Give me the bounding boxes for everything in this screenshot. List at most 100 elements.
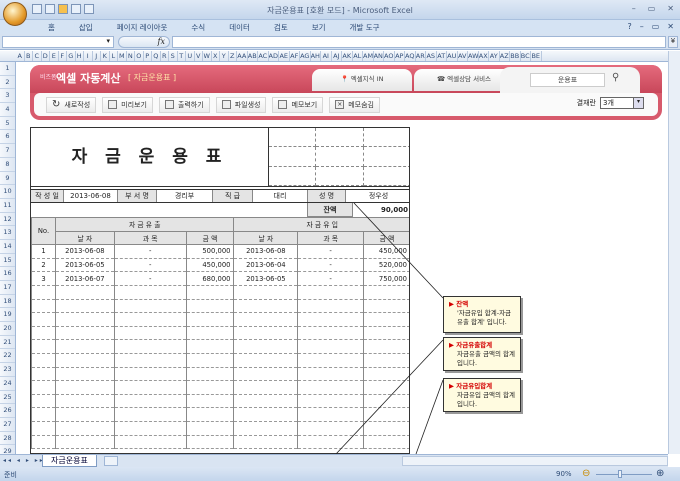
column-header[interactable]: AX bbox=[479, 51, 489, 61]
row-header[interactable]: 26 bbox=[0, 404, 15, 418]
show-memo-button[interactable]: 메모보기 bbox=[272, 96, 324, 113]
empty-cell[interactable] bbox=[233, 339, 299, 354]
row-header[interactable]: 2 bbox=[0, 76, 15, 90]
zoom-out-icon[interactable]: ⊖ bbox=[582, 468, 590, 479]
cell-in-amount[interactable]: 750,000 bbox=[363, 271, 409, 286]
horizontal-scrollbar[interactable] bbox=[402, 456, 668, 466]
cell-out-item[interactable]: - bbox=[113, 271, 187, 286]
column-header[interactable]: B bbox=[25, 51, 33, 61]
empty-cell[interactable] bbox=[297, 325, 365, 341]
empty-cell[interactable] bbox=[233, 366, 299, 382]
sheet-tab-active[interactable]: 자금운용표 bbox=[42, 455, 97, 467]
column-header[interactable]: AU bbox=[447, 51, 458, 61]
empty-cell[interactable] bbox=[31, 393, 56, 409]
empty-cell[interactable] bbox=[185, 339, 235, 354]
column-header[interactable]: AR bbox=[416, 51, 426, 61]
zoom-slider[interactable] bbox=[596, 474, 652, 475]
empty-cell[interactable] bbox=[185, 312, 235, 327]
empty-cell[interactable] bbox=[297, 284, 365, 300]
row-header[interactable]: 11 bbox=[0, 199, 15, 213]
cell-in-item[interactable]: - bbox=[297, 257, 365, 273]
row-header[interactable]: 27 bbox=[0, 418, 15, 432]
row-header[interactable]: 23 bbox=[0, 363, 15, 377]
row-header[interactable]: 1 bbox=[0, 62, 15, 76]
empty-cell[interactable] bbox=[185, 380, 235, 395]
empty-cell[interactable] bbox=[363, 298, 409, 314]
empty-cell[interactable] bbox=[31, 339, 56, 354]
cell-in-date[interactable]: 2013-06-04 bbox=[233, 257, 299, 273]
empty-cell[interactable] bbox=[185, 352, 235, 368]
column-header[interactable]: V bbox=[195, 51, 203, 61]
empty-cell[interactable] bbox=[31, 298, 56, 314]
report-select[interactable]: 3개 ▾ bbox=[600, 97, 644, 109]
column-header[interactable]: AJ bbox=[332, 51, 342, 61]
empty-cell[interactable] bbox=[31, 352, 56, 368]
ribbon-tab[interactable]: 검토 bbox=[262, 20, 300, 34]
column-header[interactable]: AZ bbox=[500, 51, 510, 61]
empty-cell[interactable] bbox=[54, 366, 115, 382]
empty-cell[interactable] bbox=[113, 420, 187, 436]
empty-cell[interactable] bbox=[363, 434, 409, 450]
empty-cell[interactable] bbox=[54, 420, 115, 436]
ribbon-tab[interactable]: 수식 bbox=[179, 20, 217, 34]
empty-cell[interactable] bbox=[297, 352, 365, 368]
row-header[interactable]: 22 bbox=[0, 349, 15, 364]
column-header[interactable]: AB bbox=[248, 51, 258, 61]
column-header[interactable]: AL bbox=[353, 51, 363, 61]
column-header[interactable]: U bbox=[186, 51, 195, 61]
new-button[interactable]: ↻ 새로작성 bbox=[46, 96, 97, 113]
empty-cell[interactable] bbox=[233, 325, 299, 341]
ribbon-tab[interactable]: 삽입 bbox=[67, 20, 105, 34]
column-header[interactable]: L bbox=[110, 51, 118, 61]
column-header[interactable]: BC bbox=[521, 51, 531, 61]
row-header[interactable]: 13 bbox=[0, 226, 15, 240]
column-header[interactable]: AC bbox=[258, 51, 269, 61]
cell-no[interactable]: 1 bbox=[31, 244, 56, 259]
row-header[interactable]: 21 bbox=[0, 336, 15, 350]
empty-cell[interactable] bbox=[297, 339, 365, 354]
cell-out-date[interactable]: 2013-06-08 bbox=[54, 244, 115, 259]
empty-cell[interactable] bbox=[185, 284, 235, 300]
empty-cell[interactable] bbox=[31, 407, 56, 422]
column-header[interactable]: AS bbox=[426, 51, 437, 61]
workbook-close-button[interactable]: ✕ bbox=[667, 22, 674, 31]
tab-excel-consulting[interactable]: ☎ 엑셀상담 서비스 bbox=[414, 69, 514, 91]
empty-cell[interactable] bbox=[185, 298, 235, 314]
empty-cell[interactable] bbox=[363, 312, 409, 327]
close-button[interactable]: ✕ bbox=[667, 4, 674, 13]
insert-sheet-icon[interactable] bbox=[104, 456, 118, 466]
column-header[interactable]: R bbox=[161, 51, 169, 61]
empty-cell[interactable] bbox=[185, 366, 235, 382]
empty-cell[interactable] bbox=[31, 420, 56, 436]
empty-cell[interactable] bbox=[31, 380, 56, 395]
ribbon-tab[interactable]: 페이지 레이아웃 bbox=[105, 20, 180, 34]
empty-cell[interactable] bbox=[185, 325, 235, 341]
comment-inflow-total[interactable]: ▶ 자금유입합계 자금유입 금액의 합계입니다. bbox=[443, 378, 521, 412]
row-header[interactable]: 4 bbox=[0, 103, 15, 117]
empty-cell[interactable] bbox=[363, 284, 409, 300]
cell-out-amount[interactable]: 450,000 bbox=[185, 257, 235, 273]
empty-cell[interactable] bbox=[233, 380, 299, 395]
empty-cell[interactable] bbox=[31, 325, 56, 341]
row-header[interactable]: 24 bbox=[0, 377, 15, 391]
empty-cell[interactable] bbox=[113, 393, 187, 409]
row-header[interactable]: 12 bbox=[0, 213, 15, 227]
comment-balance[interactable]: ▶ 잔액 '자금유입 합계-자금유출 합계' 입니다. bbox=[443, 296, 521, 333]
empty-cell[interactable] bbox=[233, 352, 299, 368]
empty-cell[interactable] bbox=[54, 325, 115, 341]
column-header[interactable]: AN bbox=[374, 51, 384, 61]
ribbon-tab[interactable]: 홈 bbox=[36, 20, 67, 34]
cell-in-date[interactable]: 2013-06-05 bbox=[233, 271, 299, 286]
ribbon-tab[interactable]: 보기 bbox=[300, 20, 338, 34]
column-header[interactable]: D bbox=[42, 51, 50, 61]
column-header[interactable]: AF bbox=[290, 51, 300, 61]
column-header[interactable]: BE bbox=[531, 51, 542, 61]
ribbon-tab[interactable]: 개발 도구 bbox=[338, 20, 392, 34]
empty-cell[interactable] bbox=[363, 366, 409, 382]
row-header[interactable]: 18 bbox=[0, 295, 15, 309]
empty-cell[interactable] bbox=[233, 420, 299, 436]
row-header[interactable]: 7 bbox=[0, 144, 15, 158]
search-input[interactable]: 운용표 bbox=[530, 73, 605, 87]
empty-cell[interactable] bbox=[363, 339, 409, 354]
empty-cell[interactable] bbox=[54, 312, 115, 327]
